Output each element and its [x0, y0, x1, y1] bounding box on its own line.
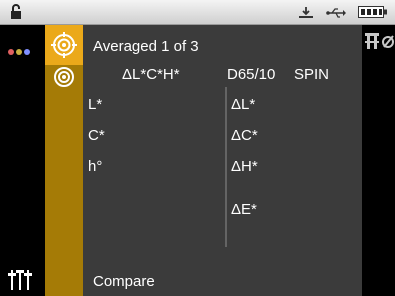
h-degree-label: h°: [88, 158, 103, 175]
lock-open-icon[interactable]: [10, 4, 24, 20]
compare-button[interactable]: Compare: [93, 273, 155, 290]
delta-c-label: ΔC*: [231, 127, 258, 144]
measure-mode-label[interactable]: SPIN: [294, 66, 329, 83]
c-star-label: C*: [88, 127, 105, 144]
measurement-panel: Averaged 1 of 3 ΔL*C*H* D65/10 SPIN L* C…: [83, 25, 362, 296]
target-rings-icon: [54, 67, 74, 87]
usb-icon: [326, 8, 346, 18]
column-divider: [225, 87, 227, 247]
l-star-label: L*: [88, 96, 103, 113]
tolerance-icon[interactable]: [365, 32, 395, 50]
delta-l-label: ΔL*: [231, 96, 256, 113]
delta-h-label: ΔH*: [231, 158, 258, 175]
delta-e-label: ΔE*: [231, 201, 257, 218]
panel-title: Averaged 1 of 3: [93, 38, 199, 55]
settings-sliders-icon[interactable]: [8, 268, 32, 290]
mode-tab-active[interactable]: [45, 25, 83, 65]
dots-menu-icon[interactable]: [8, 42, 32, 60]
illuminant-label[interactable]: D65/10: [227, 66, 275, 83]
right-rail: [362, 25, 395, 296]
battery-icon: [358, 6, 387, 18]
status-bar: [0, 0, 395, 25]
menu-dot: [8, 49, 14, 55]
menu-dot: [24, 49, 30, 55]
measurement-head-icon: [299, 7, 313, 18]
menu-dot: [16, 49, 22, 55]
mode-tab-secondary[interactable]: [45, 65, 83, 105]
target-crosshair-icon: [51, 32, 77, 58]
left-rail: [0, 25, 45, 296]
colorspace-label[interactable]: ΔL*C*H*: [122, 66, 180, 83]
